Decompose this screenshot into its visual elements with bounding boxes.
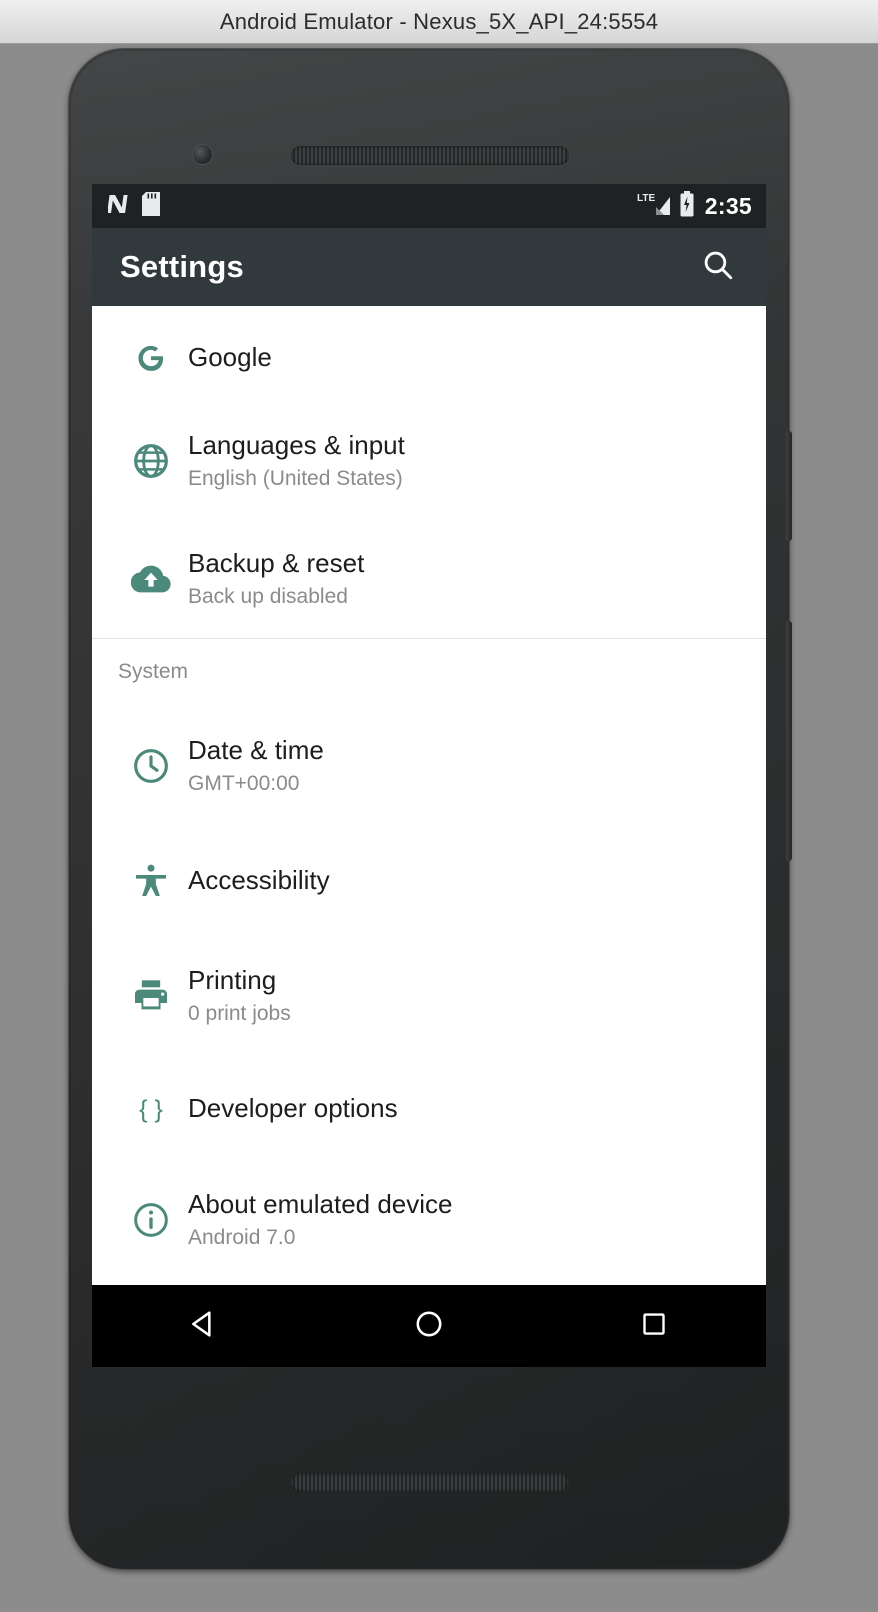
list-item-date-time[interactable]: Date & time GMT+00:00 [92,705,766,827]
cloud-upload-icon [114,559,188,599]
list-item-google[interactable]: Google [92,306,766,402]
list-item-text: Printing 0 print jobs [188,965,291,1027]
braces-icon: { } [114,1089,188,1129]
clock-icon [114,746,188,786]
status-bar-left-icons [107,191,160,221]
bottom-speaker-grille [291,1473,569,1492]
list-item-text: Developer options [188,1093,398,1124]
window-titlebar: Android Emulator - Nexus_5X_API_24:5554 [0,0,878,44]
printer-icon [114,976,188,1016]
list-item-text: About emulated device Android 7.0 [188,1189,453,1251]
nav-recents-button[interactable] [609,1285,699,1367]
sd-card-icon [142,191,160,221]
list-item-text: Backup & reset Back up disabled [188,548,364,610]
section-header-system: System [92,639,766,705]
settings-list[interactable]: Google Languages & input English (United… [92,306,766,1367]
lte-signal-icon: LTE [637,191,671,222]
android-n-icon [107,192,130,221]
list-item-text: Languages & input English (United States… [188,430,405,492]
front-camera-icon [193,145,212,164]
list-item-subtitle: English (United States) [188,466,403,490]
settings-toolbar: Settings [92,228,766,306]
battery-charging-icon [679,190,695,222]
list-item-title: Developer options [188,1093,398,1124]
list-item-title: Accessibility [188,865,330,896]
list-item-backup-reset[interactable]: Backup & reset Back up disabled [92,520,766,638]
svg-text:LTE: LTE [637,193,655,204]
window-title: Android Emulator - Nexus_5X_API_24:5554 [219,8,659,34]
volume-rocker-button[interactable] [786,621,792,861]
recents-square-icon [639,1309,669,1344]
list-item-title: About emulated device [188,1188,453,1219]
android-status-bar: LTE 2:35 [92,184,766,228]
list-item-title: Languages & input [188,429,405,460]
list-item-subtitle: 0 print jobs [188,1001,291,1025]
page-title: Settings [120,249,244,284]
list-item-subtitle: Back up disabled [188,584,348,608]
nav-home-button[interactable] [384,1285,474,1367]
list-item-title: Backup & reset [188,547,365,578]
list-item-text: Accessibility [188,865,330,896]
list-item-title: Printing [188,964,277,995]
list-item-languages-input[interactable]: Languages & input English (United States… [92,402,766,520]
emulator-window: Android Emulator - Nexus_5X_API_24:5554 [0,0,878,1612]
status-bar-clock: 2:35 [704,192,752,219]
search-button[interactable] [692,241,744,293]
earpiece-speaker-grille [291,146,569,165]
list-item-accessibility[interactable]: Accessibility [92,827,766,935]
status-bar-right-icons: LTE 2:35 [637,190,752,222]
power-button[interactable] [786,431,792,541]
device-screen: LTE 2:35 Settings Google Languages & inp… [92,184,766,1367]
list-item-text: Date & time GMT+00:00 [188,735,324,797]
list-item-subtitle: Android 7.0 [188,1225,296,1249]
android-navigation-bar [92,1285,766,1367]
list-item-about-emulated-device[interactable]: About emulated device Android 7.0 [92,1161,766,1279]
list-item-text: Google [188,342,272,373]
svg-text:{ }: { } [139,1095,163,1123]
list-item-developer-options[interactable]: { } Developer options [92,1057,766,1161]
section-header-label: System [118,660,189,683]
google-g-icon [114,338,188,378]
accessibility-icon [114,861,188,901]
list-item-printing[interactable]: Printing 0 print jobs [92,935,766,1057]
nav-back-button[interactable] [159,1285,249,1367]
back-triangle-icon [188,1308,220,1345]
list-item-title: Google [188,342,272,373]
home-circle-icon [413,1308,445,1345]
list-item-title: Date & time [188,734,324,765]
phone-body: LTE 2:35 Settings Google Languages & inp… [68,48,792,1570]
info-circle-icon [114,1200,188,1240]
toolbar-actions [692,241,744,293]
list-item-subtitle: GMT+00:00 [188,771,300,795]
search-icon [701,248,735,287]
globe-icon [114,441,188,481]
